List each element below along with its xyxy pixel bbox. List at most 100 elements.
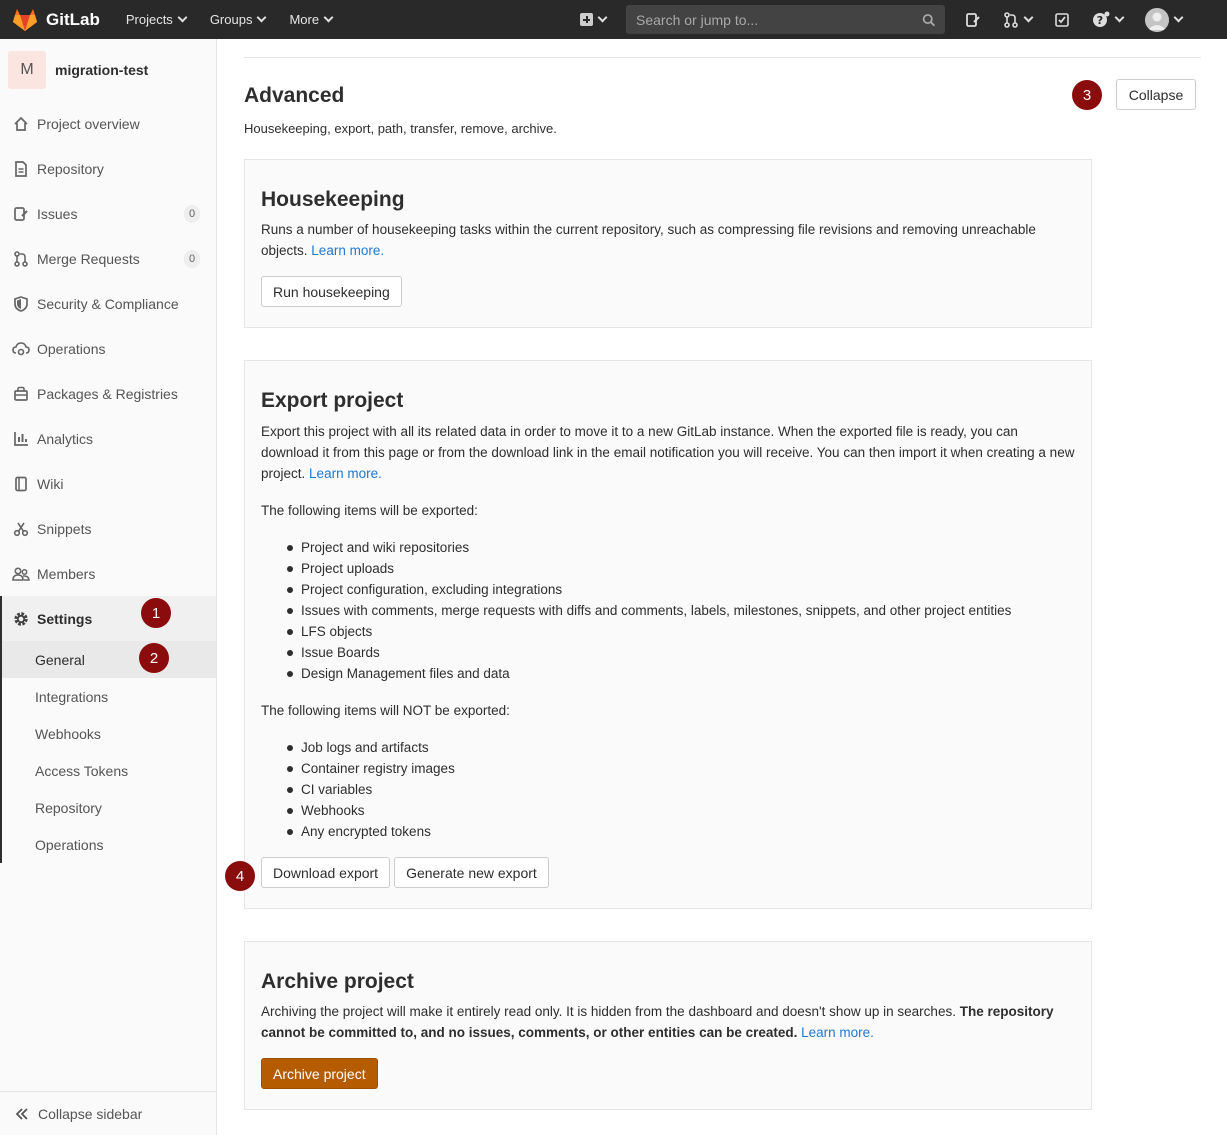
export-text-body: Export this project with all its related… xyxy=(261,424,1075,481)
gitlab-logo-icon xyxy=(13,8,37,31)
download-export-button[interactable]: Download export xyxy=(261,857,391,888)
sidebar-item-label: Project overview xyxy=(37,115,140,132)
nav-projects[interactable]: Projects xyxy=(126,12,188,27)
sidebar-item-project-overview[interactable]: Project overview xyxy=(0,101,216,146)
sidebar-item-security-compliance[interactable]: Security & Compliance xyxy=(0,281,216,326)
sidebar-item-snippets[interactable]: Snippets xyxy=(0,506,216,551)
sidebar-item-label: Settings xyxy=(37,610,93,627)
project-avatar: M xyxy=(8,51,46,89)
search-box[interactable] xyxy=(626,5,945,34)
sidebar-item-repository[interactable]: Repository xyxy=(0,146,216,191)
housekeeping-text: Runs a number of housekeeping tasks with… xyxy=(261,219,1075,261)
issues-icon xyxy=(966,12,980,27)
exported-list: Project and wiki repositories Project up… xyxy=(261,537,1075,684)
annotation-marker-1: 1 xyxy=(141,598,171,628)
collapse-button[interactable]: Collapse xyxy=(1116,79,1196,110)
top-navbar: GitLab Projects Groups More ? xyxy=(0,0,1227,39)
sidebar-subitem-repository[interactable]: Repository xyxy=(2,789,216,826)
section-title: Advanced xyxy=(244,84,345,107)
list-item: CI variables xyxy=(287,779,1075,800)
book-icon xyxy=(12,475,30,493)
sidebar-subitem-access-tokens[interactable]: Access Tokens xyxy=(2,752,216,789)
avatar xyxy=(1145,7,1169,32)
archive-title: Archive project xyxy=(261,970,414,993)
list-item: Job logs and artifacts xyxy=(287,737,1075,758)
sidebar-subitem-operations[interactable]: Operations xyxy=(2,826,216,863)
sidebar-item-packages-registries[interactable]: Packages & Registries xyxy=(0,371,216,416)
search-input[interactable] xyxy=(636,11,922,28)
sidebar-item-wiki[interactable]: Wiki xyxy=(0,461,216,506)
merge-request-icon xyxy=(1004,11,1018,28)
sidebar-item-members[interactable]: Members xyxy=(0,551,216,596)
nav-groups[interactable]: Groups xyxy=(209,12,267,27)
brand-name: GitLab xyxy=(46,9,100,29)
archive-project-button[interactable]: Archive project xyxy=(261,1058,378,1089)
issues-nav-button[interactable] xyxy=(965,12,981,28)
sidebar-subitem-general[interactable]: General xyxy=(2,641,216,678)
sidebar-item-operations[interactable]: Operations xyxy=(0,326,216,371)
sidebar-project-header[interactable]: M migration-test xyxy=(0,39,216,101)
chart-icon xyxy=(12,430,30,448)
housekeeping-learn-more-link[interactable]: Learn more. xyxy=(311,243,384,258)
svg-text:?: ? xyxy=(1097,14,1103,27)
user-silhouette-icon xyxy=(1145,7,1169,32)
plus-square-icon xyxy=(580,13,593,26)
collapse-sidebar-button[interactable]: Collapse sidebar xyxy=(0,1091,216,1135)
export-title: Export project xyxy=(261,389,404,412)
brand[interactable]: GitLab xyxy=(12,8,100,32)
document-icon xyxy=(12,160,30,178)
archive-learn-more-link[interactable]: Learn more. xyxy=(801,1025,874,1040)
sidebar-item-settings[interactable]: Settings xyxy=(2,596,216,641)
nav-more[interactable]: More xyxy=(289,12,334,27)
chevron-down-icon xyxy=(1173,12,1184,23)
export-text: Export this project with all its related… xyxy=(261,421,1075,484)
help-nav-button[interactable]: ? xyxy=(1092,11,1125,29)
issues-icon xyxy=(12,205,30,223)
todos-nav-button[interactable] xyxy=(1054,12,1070,28)
double-chevron-left-icon xyxy=(15,1107,28,1120)
sidebar-item-label: Packages & Registries xyxy=(37,385,178,402)
sidebar-item-issues[interactable]: Issues 0 xyxy=(0,191,216,236)
sidebar-subitem-integrations[interactable]: Integrations xyxy=(2,678,216,715)
sidebar-item-label: Snippets xyxy=(37,520,92,537)
merge-requests-nav-button[interactable] xyxy=(1003,11,1034,28)
housekeeping-title: Housekeeping xyxy=(261,188,405,211)
annotation-marker-2: 2 xyxy=(139,643,169,673)
housekeeping-panel: Housekeeping Runs a number of housekeepi… xyxy=(244,159,1092,328)
chevron-down-icon xyxy=(177,12,188,23)
divider xyxy=(244,57,1201,58)
not-exported-list: Job logs and artifacts Container registr… xyxy=(261,737,1075,842)
sidebar-item-analytics[interactable]: Analytics xyxy=(0,416,216,461)
project-name: migration-test xyxy=(55,62,149,78)
sidebar-item-label: Wiki xyxy=(37,475,64,492)
todo-check-icon xyxy=(1055,12,1069,27)
sidebar: M migration-test Project overview Reposi… xyxy=(0,39,217,1135)
export-actions: Download export Generate new export xyxy=(261,857,1075,888)
search-icon xyxy=(922,13,935,26)
list-item: Webhooks xyxy=(287,800,1075,821)
main-content: Advanced Housekeeping, export, path, tra… xyxy=(217,39,1227,1135)
archive-text: Archiving the project will make it entir… xyxy=(261,1001,1075,1043)
sidebar-item-label: Analytics xyxy=(37,430,94,447)
run-housekeeping-button[interactable]: Run housekeeping xyxy=(261,276,402,307)
sidebar-item-label: Members xyxy=(37,565,96,582)
sidebar-subitem-webhooks[interactable]: Webhooks xyxy=(2,715,216,752)
sidebar-item-merge-requests[interactable]: Merge Requests 0 xyxy=(0,236,216,281)
merge-requests-count-badge: 0 xyxy=(184,249,200,268)
help-icon: ? xyxy=(1093,11,1110,27)
export-learn-more-link[interactable]: Learn more. xyxy=(309,466,382,481)
list-item: Issue Boards xyxy=(287,642,1075,663)
scissors-icon xyxy=(12,520,30,538)
user-menu-button[interactable] xyxy=(1145,7,1184,32)
users-icon xyxy=(12,565,30,583)
not-exported-heading: The following items will NOT be exported… xyxy=(261,703,510,718)
chevron-down-icon xyxy=(1114,12,1125,23)
generate-new-export-button[interactable]: Generate new export xyxy=(394,857,549,888)
list-item: Project uploads xyxy=(287,558,1075,579)
new-dropdown-button[interactable] xyxy=(580,12,608,26)
list-item: Project and wiki repositories xyxy=(287,537,1075,558)
nav-groups-label: Groups xyxy=(209,12,253,27)
list-item: Project configuration, excluding integra… xyxy=(287,579,1075,600)
cloud-gear-icon xyxy=(12,340,30,358)
shield-icon xyxy=(12,295,30,313)
